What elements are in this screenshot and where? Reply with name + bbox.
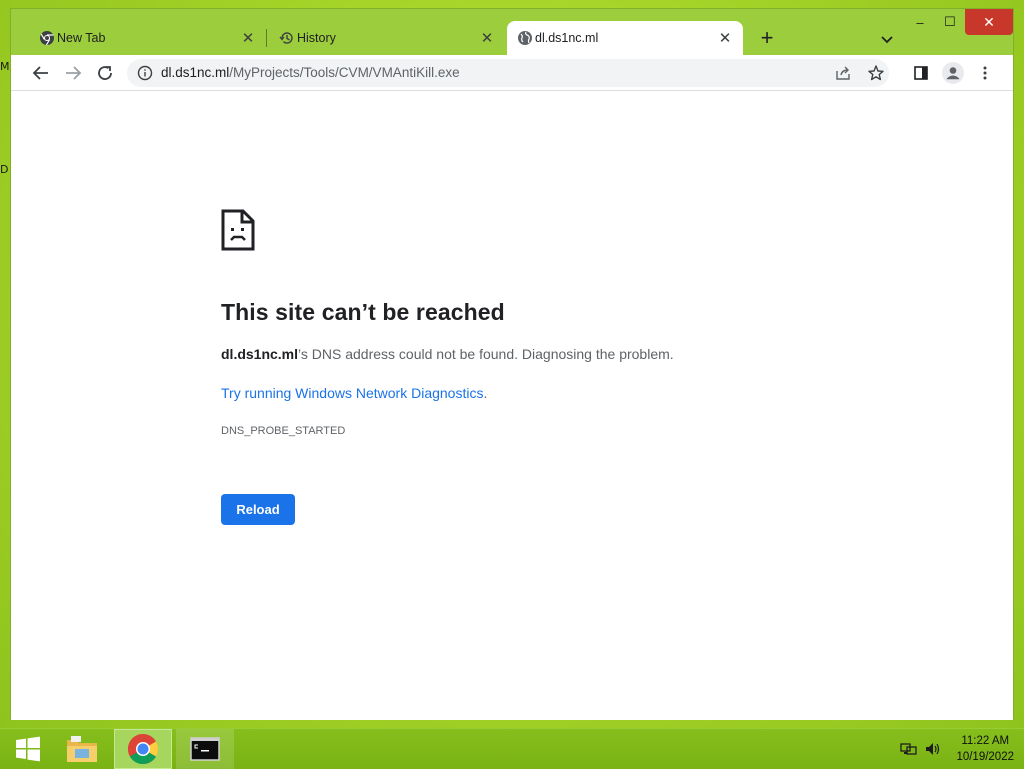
menu-button[interactable]: [973, 61, 997, 85]
profile-button[interactable]: [941, 61, 965, 85]
side-panel-button[interactable]: [909, 61, 933, 85]
network-diagnostics-link[interactable]: Try running Windows Network Diagnostics: [221, 385, 483, 401]
address-bar[interactable]: dl.ds1nc.ml/MyProjects/Tools/CVM/VMAntiK…: [127, 59, 889, 87]
close-button[interactable]: ✕: [965, 9, 1013, 35]
start-button[interactable]: [0, 729, 56, 769]
link-suffix: .: [483, 385, 488, 401]
error-host: dl.ds1nc.ml: [221, 346, 299, 362]
forward-button[interactable]: [61, 61, 85, 85]
diagnostics-line: Try running Windows Network Diagnostics.: [221, 385, 487, 401]
taskbar: 11:22 AM 10/19/2022: [0, 728, 1024, 769]
start-icon: [16, 736, 40, 762]
browser-window: New Tab ✕ History ✕ dl.ds1nc.ml ✕ + – ☐ …: [10, 8, 1014, 720]
tab-close-icon[interactable]: ✕: [240, 30, 256, 47]
tab-title: dl.ds1nc.ml: [535, 31, 599, 45]
chrome-icon: [40, 31, 54, 46]
error-page: This site can’t be reached dl.ds1nc.ml’s…: [19, 91, 1005, 710]
new-tab-button[interactable]: +: [755, 27, 779, 51]
tab-title: History: [297, 31, 336, 45]
reload-button[interactable]: Reload: [221, 494, 295, 525]
minimize-button[interactable]: –: [905, 9, 935, 35]
url-path: /MyProjects/Tools/CVM/VMAntiKill.exe: [229, 65, 460, 80]
maximize-button[interactable]: ☐: [935, 9, 965, 35]
tab-strip: New Tab ✕ History ✕ dl.ds1nc.ml ✕ + – ☐ …: [11, 9, 1013, 55]
taskbar-chrome[interactable]: [114, 729, 172, 769]
clock-time: 11:22 AM: [961, 735, 1010, 747]
history-icon: [279, 32, 293, 44]
share-icon[interactable]: [835, 65, 851, 81]
tab-close-icon[interactable]: ✕: [717, 30, 733, 47]
command-prompt-icon: [190, 737, 220, 761]
refresh-button[interactable]: [93, 61, 117, 85]
clock-date: 10/19/2022: [956, 751, 1014, 763]
arrow-left-icon: [32, 66, 48, 80]
tab-active-page[interactable]: dl.ds1nc.ml ✕: [507, 21, 743, 55]
window-controls: – ☐ ✕: [905, 9, 1013, 37]
tab-history[interactable]: History ✕: [269, 21, 505, 55]
taskbar-clock[interactable]: 11:22 AM 10/19/2022: [956, 733, 1014, 765]
star-icon[interactable]: [867, 64, 885, 82]
tab-new-tab[interactable]: New Tab ✕: [29, 21, 266, 55]
taskbar-file-explorer[interactable]: [54, 729, 110, 769]
arrow-right-icon: [66, 66, 82, 80]
back-button[interactable]: [29, 61, 53, 85]
desktop-edge-label: D: [0, 163, 9, 176]
refresh-icon: [98, 66, 112, 80]
globe-icon: [518, 31, 532, 45]
error-description: dl.ds1nc.ml’s DNS address could not be f…: [221, 346, 674, 362]
browser-toolbar: dl.ds1nc.ml/MyProjects/Tools/CVM/VMAntiK…: [11, 55, 1013, 91]
error-code: DNS_PROBE_STARTED: [221, 425, 346, 437]
side-panel-icon: [914, 66, 928, 80]
sad-document-icon: [221, 209, 255, 251]
volume-icon[interactable]: [924, 741, 942, 757]
tab-divider: [266, 29, 267, 47]
url-host: dl.ds1nc.ml: [161, 65, 230, 80]
taskbar-command-prompt[interactable]: [176, 729, 234, 769]
error-description-text: ’s DNS address could not be found. Diagn…: [298, 346, 674, 362]
system-tray: 11:22 AM 10/19/2022: [900, 729, 1014, 769]
chevron-down-icon[interactable]: [877, 29, 897, 49]
kebab-menu-icon: [983, 66, 987, 80]
page-content: This site can’t be reached dl.ds1nc.ml’s…: [11, 91, 1013, 720]
tab-close-icon[interactable]: ✕: [479, 30, 495, 47]
network-icon[interactable]: [900, 741, 918, 757]
tab-title: New Tab: [57, 31, 106, 45]
error-title: This site can’t be reached: [221, 299, 505, 325]
file-explorer-icon: [67, 736, 97, 762]
info-icon[interactable]: [137, 65, 153, 81]
address-url[interactable]: dl.ds1nc.ml/MyProjects/Tools/CVM/VMAntiK…: [161, 65, 460, 80]
desktop-edge-label: M: [0, 60, 10, 73]
avatar-icon: [942, 62, 964, 84]
chrome-icon: [127, 734, 159, 765]
